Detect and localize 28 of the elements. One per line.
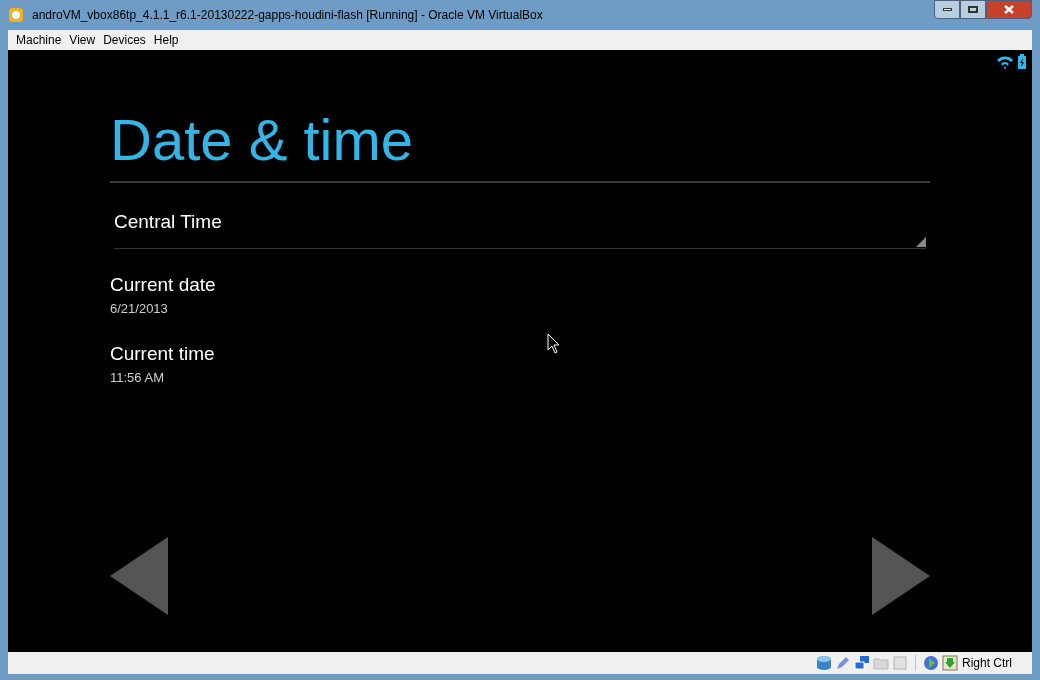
minimize-button[interactable] — [934, 0, 960, 19]
page-heading: Date & time — [110, 111, 413, 169]
mouse-cursor-icon — [547, 333, 561, 355]
setting-value: 6/21/2013 — [110, 299, 168, 318]
menu-item[interactable]: Help — [149, 31, 183, 49]
download-arrow-icon[interactable] — [942, 655, 958, 671]
forward-arrow-icon[interactable] — [870, 536, 930, 616]
battery-charging-icon — [1018, 54, 1026, 69]
disk-icon[interactable] — [816, 655, 832, 671]
wifi-icon — [996, 54, 1014, 69]
maximize-button[interactable] — [960, 0, 986, 19]
setting-row[interactable]: Current time 11:56 AM — [110, 318, 215, 388]
network-icon[interactable] — [854, 655, 870, 671]
menu-item[interactable]: Devices — [99, 31, 150, 49]
pen-icon[interactable] — [835, 655, 851, 671]
back-arrow-icon[interactable] — [110, 536, 170, 616]
app-icon — [8, 7, 24, 23]
menu-item[interactable]: View — [65, 31, 100, 49]
setting-row[interactable]: Current date 6/21/2013 — [110, 249, 216, 319]
host-key-label: Right Ctrl — [962, 655, 1012, 672]
window-title: androVM_vbox86tp_4.1.1_r6.1-20130222-gapps-houdini-flash [Running] - Oracle VM VirtualBox — [32, 7, 543, 24]
setting-title: Current date — [110, 273, 216, 297]
timezone-dropdown[interactable]: Central Time — [114, 197, 926, 249]
setting-value: 11:56 AM — [110, 369, 164, 387]
menu-item[interactable]: Machine — [12, 31, 66, 49]
setting-title: Current time — [110, 342, 215, 366]
close-icon — [1004, 5, 1014, 14]
close-button[interactable] — [986, 0, 1032, 19]
